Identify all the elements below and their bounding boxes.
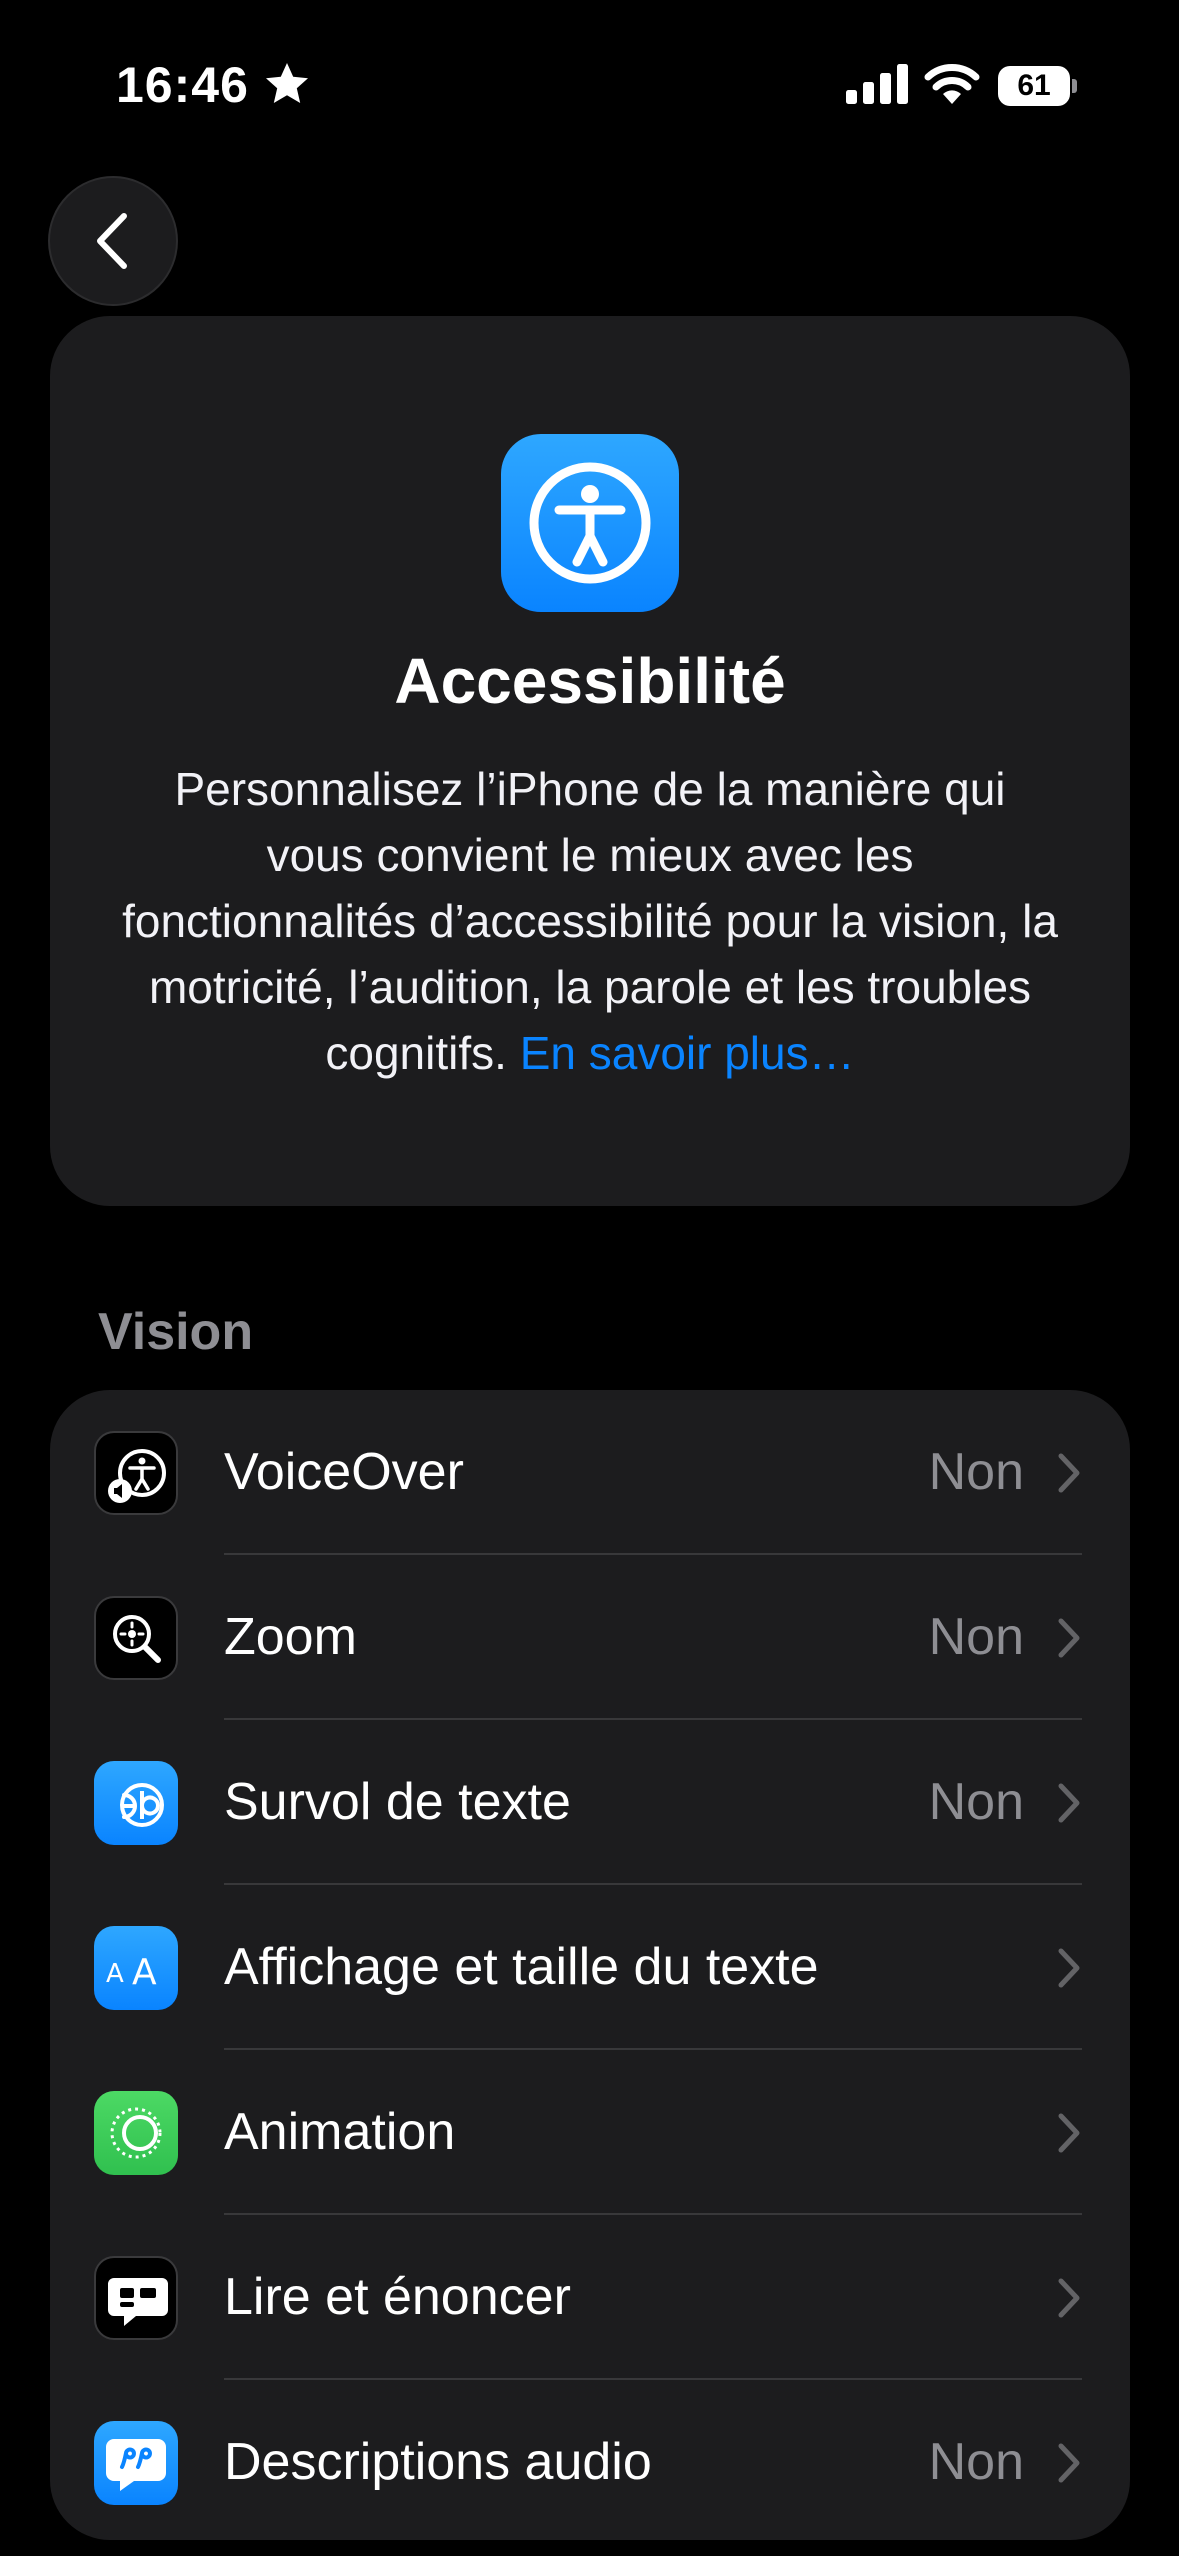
settings-row-zoom[interactable]: Zoom Non [50,1555,1130,1720]
row-value: Non [928,1608,1024,1666]
wifi-icon [924,64,980,104]
settings-row-animation[interactable]: Animation [50,2050,1130,2215]
chevron-right-icon [1058,1948,1080,1988]
svg-text:A: A [106,1959,124,1989]
zoom-icon [94,1596,178,1680]
section-title-vision: Vision [98,1303,254,1361]
text-size-icon: A A [94,1926,178,2010]
chevron-right-icon [1058,2443,1080,2483]
settings-row-text-size[interactable]: A A Affichage et taille du texte [50,1885,1130,2050]
hover-text-icon [94,1761,178,1845]
page-title: Accessibilité [394,645,786,717]
chevron-right-icon [1058,1618,1080,1658]
settings-row-hover-text[interactable]: Survol de texte Non [50,1720,1130,1885]
back-button[interactable] [48,176,178,306]
chevron-right-icon [1058,1783,1080,1823]
row-label: VoiceOver [224,1443,464,1501]
accessibility-icon [501,434,679,612]
status-bar: 16:46 61 [0,0,1179,170]
status-time: 16:46 [116,57,249,113]
battery-level: 61 [1017,69,1051,102]
learn-more-link[interactable]: En savoir plus… [520,1027,855,1079]
settings-row-audio-descriptions[interactable]: Descriptions audio Non [50,2380,1130,2540]
row-value: Non [928,1773,1024,1831]
row-label: Zoom [224,1608,357,1666]
row-label: Survol de texte [224,1773,571,1831]
settings-row-voiceover[interactable]: VoiceOver Non [50,1390,1130,1555]
chevron-right-icon [1058,1453,1080,1493]
chevron-left-icon [97,213,127,269]
cellular-signal-icon [846,64,908,104]
animation-icon [94,2091,178,2175]
location-star-icon [266,63,308,103]
row-value: Non [928,2433,1024,2491]
row-value: Non [928,1443,1024,1501]
header-card: Accessibilité Personnalisez l’iPhone de … [50,316,1130,1206]
row-label: Animation [224,2103,456,2161]
voiceover-icon [94,1431,178,1515]
svg-text:A: A [132,1952,157,1993]
row-label: Affichage et taille du texte [224,1938,819,1996]
battery-indicator: 61 [998,66,1077,106]
settings-row-speech[interactable]: Lire et énoncer [50,2215,1130,2380]
chevron-right-icon [1058,2113,1080,2153]
audio-descriptions-icon [94,2421,178,2505]
vision-settings-list: VoiceOver Non Zoom Non Survol de texte N… [50,1390,1130,2540]
chevron-right-icon [1058,2278,1080,2318]
row-label: Descriptions audio [224,2433,652,2491]
row-label: Lire et énoncer [224,2268,571,2326]
speech-icon [94,2256,178,2340]
header-description: Personnalisez l’iPhone de la manière qui… [120,756,1060,1086]
